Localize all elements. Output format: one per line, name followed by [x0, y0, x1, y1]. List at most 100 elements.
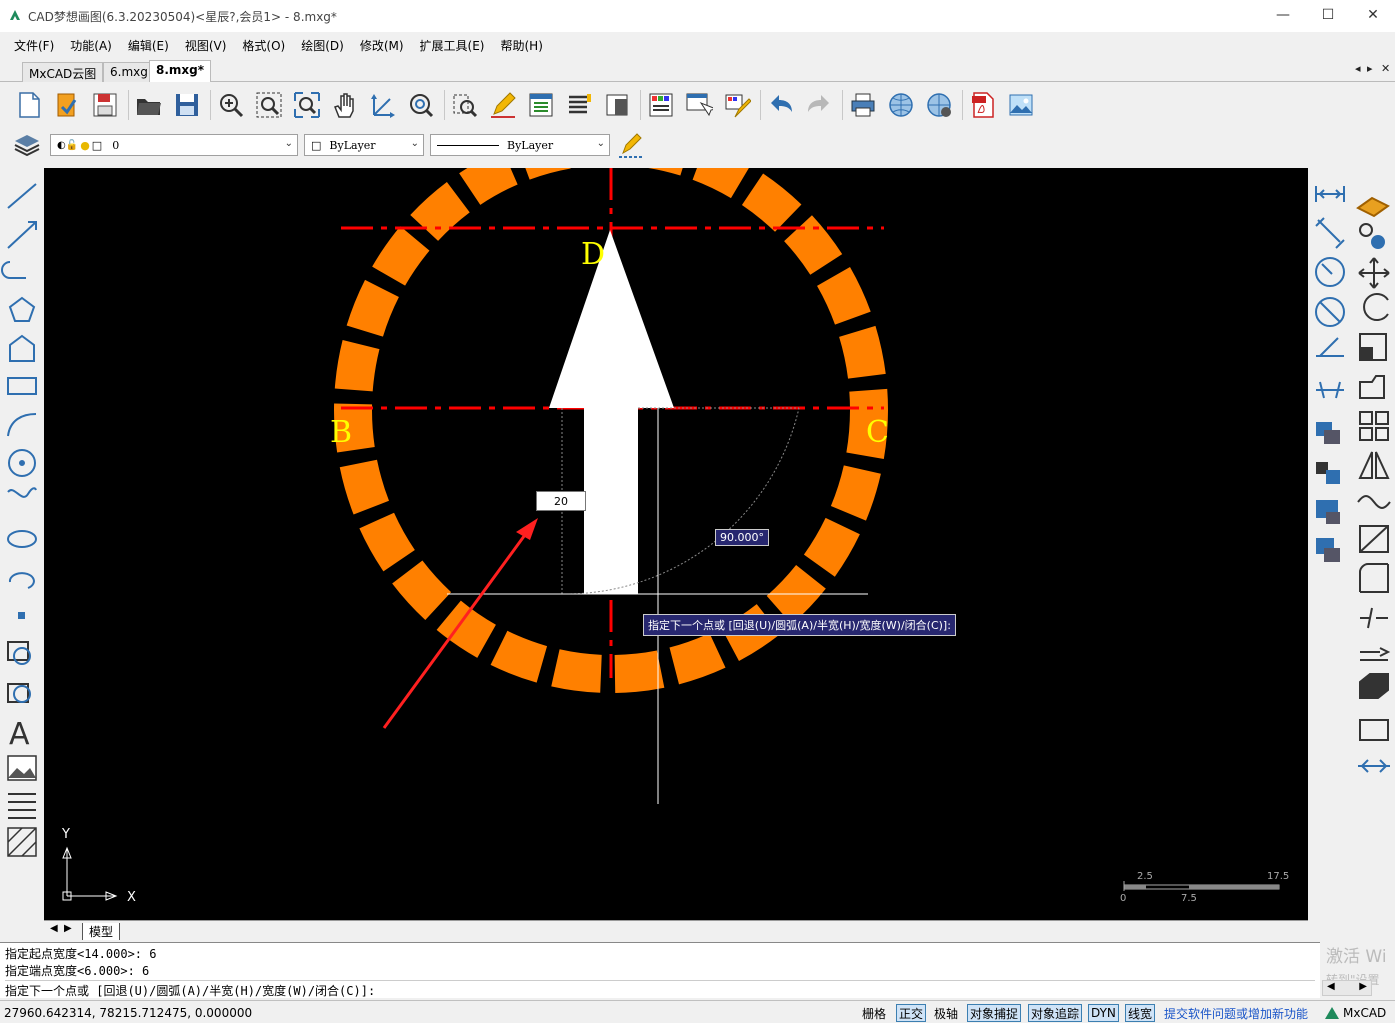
otrack-toggle[interactable]: 对象追踪 — [1028, 1004, 1083, 1022]
save-button[interactable] — [170, 88, 204, 122]
cursor-window-icon — [686, 93, 713, 117]
scale-label-b: 17.5 — [1267, 871, 1289, 882]
color-select[interactable]: □ ByLayer ⌄ — [304, 134, 424, 156]
command-window[interactable]: 指定起点宽度<14.000>: 6 指定端点宽度<6.000>: 6 指定下一个… — [0, 942, 1320, 998]
export-pdf-button[interactable] — [966, 88, 1000, 122]
save-as-button[interactable] — [88, 88, 122, 122]
polar-toggle[interactable]: 极轴 — [934, 1004, 958, 1022]
label-b: B — [330, 415, 352, 450]
zoom-window-button[interactable] — [252, 88, 286, 122]
block-button[interactable] — [600, 88, 634, 122]
lineweight-toggle[interactable]: 线宽 — [1125, 1004, 1156, 1022]
lineweight-button[interactable] — [614, 128, 648, 162]
pencil-tool-button[interactable] — [486, 88, 520, 122]
layer-state-icons: ◐🔓 — [57, 139, 79, 151]
zoom-previous-button[interactable] — [404, 88, 438, 122]
tab-prev-button[interactable]: ◂ — [1355, 62, 1361, 75]
measure-button[interactable] — [448, 88, 482, 122]
layer-list-button[interactable] — [562, 88, 596, 122]
dyn-toggle[interactable]: DYN — [1088, 1004, 1119, 1022]
block-icon — [606, 94, 628, 116]
chevron-down-icon: ⌄ — [410, 138, 419, 149]
maximize-icon: ☐ — [1321, 7, 1335, 23]
minimize-icon: — — [1276, 7, 1290, 23]
brush-icon — [725, 94, 751, 118]
layout-prev-button[interactable]: ◀ — [50, 923, 58, 934]
zoom-realtime-icon — [220, 94, 244, 118]
title-bar: CAD梦想画图(6.3.20230504)<星辰?,会员1> - 8.mxg* … — [0, 0, 1395, 32]
tab-8-mxg[interactable]: 8.mxg* — [149, 60, 212, 82]
coordinates-readout: 27960.642314, 78215.712475, 0.000000 — [4, 1006, 253, 1020]
toolbar-separator — [128, 90, 129, 120]
layer-value: 0 — [112, 138, 120, 152]
linetype-value: ByLayer — [507, 138, 554, 152]
menu-file[interactable]: 文件(F) — [6, 37, 62, 54]
color-palette-button[interactable] — [644, 88, 678, 122]
match-properties-button[interactable] — [720, 88, 754, 122]
layer-select[interactable]: ◐🔓 ● □ 0 ⌄ — [50, 134, 298, 156]
osnap-toggle[interactable]: 对象捕捉 — [967, 1004, 1022, 1022]
pan-button[interactable] — [328, 88, 362, 122]
save-icon — [176, 94, 198, 116]
color-swatch-icon: □ — [91, 138, 103, 152]
layer-manager-button[interactable] — [10, 128, 44, 162]
ortho-toggle[interactable]: 正交 — [896, 1004, 927, 1022]
property-toolbar: ◐🔓 ● □ 0 ⌄ □ ByLayer ⌄ ByLayer ⌄ — [0, 128, 650, 164]
toolbar-separator — [760, 90, 761, 120]
hand-pan-icon — [334, 93, 354, 118]
drawing-canvas[interactable]: D B C X Y 2.5 17.5 0 7.5 20 90.000° 指定下一… — [44, 168, 1308, 920]
menu-extensions[interactable]: 扩展工具(E) — [412, 37, 493, 54]
menu-function[interactable]: 功能(A) — [62, 37, 120, 54]
list-icon — [569, 94, 591, 114]
command-history-line: 指定起点宽度<14.000>: 6 — [5, 947, 157, 961]
menu-view[interactable]: 视图(V) — [177, 37, 235, 54]
menu-format[interactable]: 格式(O) — [234, 37, 293, 54]
brand-label: MxCAD — [1324, 1004, 1386, 1022]
menu-modify[interactable]: 修改(M) — [352, 37, 412, 54]
open-template-button[interactable] — [50, 88, 84, 122]
toolbar-separator — [210, 90, 211, 120]
redo-button[interactable] — [802, 88, 836, 122]
minimize-button[interactable]: — — [1260, 0, 1306, 30]
print-button[interactable] — [846, 88, 880, 122]
folder-open-icon — [137, 99, 161, 115]
menu-help[interactable]: 帮助(H) — [492, 37, 550, 54]
command-prompt-tooltip: 指定下一个点或 [回退(U)/圆弧(A)/半宽(H)/宽度(W)/闭合(C)]: — [643, 614, 956, 636]
scroll-right-icon: ▶ — [1359, 981, 1367, 992]
open-file-button[interactable] — [132, 88, 166, 122]
command-input-line[interactable]: 指定下一个点或 [回退(U)/圆弧(A)/半宽(H)/宽度(W)/闭合(C)]: — [5, 980, 1315, 999]
palette-icon — [649, 93, 673, 117]
template-icon — [57, 93, 77, 117]
feedback-link[interactable]: 提交软件问题或增加新功能 — [1164, 1004, 1308, 1022]
close-button[interactable]: ✕ — [1350, 0, 1395, 30]
layout-tabs: ◀ ▶ 模型 — [44, 920, 1308, 940]
insert-image-button[interactable] — [1004, 88, 1038, 122]
select-window-button[interactable] — [682, 88, 716, 122]
zoom-realtime-button[interactable] — [214, 88, 248, 122]
ucs-button[interactable] — [366, 88, 400, 122]
web-publish-button[interactable] — [884, 88, 918, 122]
color-value: ByLayer — [329, 138, 376, 152]
cmd-scrollbar[interactable]: ◀ ▶ — [1322, 980, 1372, 996]
watermark-line: 激活 Wi — [1326, 947, 1387, 967]
menu-bar: 文件(F) 功能(A) 编辑(E) 视图(V) 格式(O) 绘图(D) 修改(M… — [0, 32, 1395, 58]
linetype-select[interactable]: ByLayer ⌄ — [430, 134, 610, 156]
properties-button[interactable] — [524, 88, 558, 122]
web-cloud-button[interactable] — [922, 88, 956, 122]
draw-toolbar: A — [0, 172, 44, 862]
color-swatch-icon: □ — [311, 138, 322, 152]
width-input[interactable]: 20 — [536, 491, 586, 511]
new-file-button[interactable] — [12, 88, 46, 122]
maximize-button[interactable]: ☐ — [1305, 0, 1351, 30]
menu-edit[interactable]: 编辑(E) — [120, 37, 177, 54]
menu-draw[interactable]: 绘图(D) — [293, 37, 352, 54]
tab-mxcad-cloud[interactable]: MxCAD云图 — [22, 62, 104, 82]
undo-button[interactable] — [764, 88, 798, 122]
tab-next-button[interactable]: ▸ — [1367, 62, 1373, 75]
tab-model[interactable]: 模型 — [82, 923, 121, 940]
layout-next-button[interactable]: ▶ — [64, 923, 72, 934]
zoom-extents-button[interactable] — [290, 88, 324, 122]
tab-close-button[interactable]: ✕ — [1381, 62, 1390, 75]
tab-6-mxg[interactable]: 6.mxg — [103, 62, 155, 82]
grid-toggle[interactable]: 栅格 — [862, 1004, 886, 1022]
